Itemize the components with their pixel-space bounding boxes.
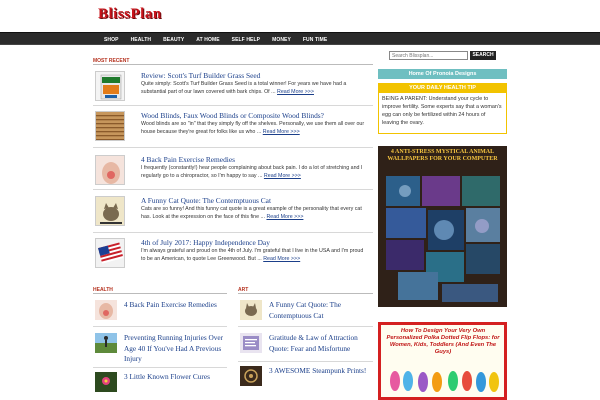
nav-item-health[interactable]: HEALTH — [125, 37, 158, 43]
main-nav: SHOP HEALTH BEAUTY AT HOME SELF HELP MON… — [0, 32, 600, 45]
post-item: 4th of July 2017: Happy Independence Day… — [93, 238, 373, 274]
health-tip-box: YOUR DAILY HEALTH TIP BEING A PARENT: Un… — [378, 83, 507, 134]
post-item: 4 Back Pain Exercise Remedies I frequent… — [93, 155, 373, 191]
nav-item-beauty[interactable]: BEAUTY — [157, 37, 190, 43]
post-excerpt: I'm always grateful and proud on the 4th… — [141, 248, 364, 262]
divider — [238, 326, 373, 327]
health-tip-text: BEING A PARENT: Understand your cycle to… — [382, 96, 502, 126]
nav-item-fun-time[interactable]: FUN TIME — [297, 37, 333, 43]
list-item: Gratitude & Law of Attraction Quote: Fea… — [238, 333, 378, 359]
flag-icon[interactable] — [95, 238, 125, 268]
post-excerpt: Cats are so funny! And this funny cat qu… — [141, 206, 362, 220]
home-link-button[interactable]: Home Of Pronoia Designs — [378, 69, 507, 79]
post-excerpt: I frequently (constantly!) hear people c… — [141, 165, 363, 179]
read-more-link[interactable]: Read More >>> — [266, 214, 303, 220]
list-item-title[interactable]: 3 Little Known Flower Cures — [124, 372, 232, 383]
steampunk-icon[interactable] — [240, 366, 262, 386]
post-title[interactable]: 4 Back Pain Exercise Remedies — [141, 155, 235, 164]
read-more-link[interactable]: Read More >>> — [263, 256, 300, 262]
nav-item-self-help[interactable]: SELF HELP — [226, 37, 266, 43]
nav-item-money[interactable]: MONEY — [266, 37, 297, 43]
list-item: Preventing Running Injuries Over Age 40 … — [93, 333, 233, 365]
back-pain-icon[interactable] — [95, 155, 125, 185]
read-more-link[interactable]: Read More >>> — [263, 129, 300, 135]
divider — [93, 105, 373, 106]
post-excerpt: Quite simply: Scott's Turf Builder Grass… — [141, 81, 347, 95]
post-excerpt: Wood blinds are so "in" that they simply… — [141, 121, 365, 135]
divider — [93, 147, 373, 148]
post-title[interactable]: Review: Scott's Turf Builder Grass Seed — [141, 71, 260, 80]
read-more-link[interactable]: Read More >>> — [264, 173, 301, 179]
list-item-title[interactable]: A Funny Cat Quote: The Contemptuous Cat — [269, 300, 377, 321]
back-pain-icon[interactable] — [95, 300, 117, 320]
list-item: 3 Little Known Flower Cures — [93, 372, 233, 396]
nav-item-at-home[interactable]: AT HOME — [190, 37, 225, 43]
search-input[interactable] — [389, 51, 468, 60]
post-item: A Funny Cat Quote: The Contemptuous Cat … — [93, 196, 373, 232]
cat-icon[interactable] — [95, 196, 125, 226]
section-divider — [93, 293, 227, 294]
list-item-title[interactable]: Preventing Running Injuries Over Age 40 … — [124, 333, 232, 365]
nav-item-shop[interactable]: SHOP — [98, 37, 125, 43]
wood-blinds-icon[interactable] — [95, 111, 125, 141]
post-item: Review: Scott's Turf Builder Grass Seed … — [93, 71, 373, 107]
post-title[interactable]: A Funny Cat Quote: The Contemptuous Cat — [141, 196, 271, 205]
quote-card-icon[interactable] — [240, 333, 262, 353]
list-item: A Funny Cat Quote: The Contemptuous Cat — [238, 300, 378, 324]
search-button[interactable]: SEARCH — [470, 51, 496, 60]
runner-icon[interactable] — [95, 333, 117, 353]
list-item-title[interactable]: 4 Back Pain Exercise Remedies — [124, 300, 232, 311]
wallpapers-ad-banner[interactable]: 4 ANTI-STRESS MYSTICAL ANIMAL WALLPAPERS… — [378, 146, 507, 307]
post-item: Wood Blinds, Faux Wood Blinds or Composi… — [93, 111, 373, 147]
post-title[interactable]: 4th of July 2017: Happy Independence Day — [141, 238, 270, 247]
grass-seed-bag-icon[interactable] — [95, 71, 125, 101]
divider — [93, 367, 227, 368]
divider — [93, 232, 373, 233]
post-title[interactable]: Wood Blinds, Faux Wood Blinds or Composi… — [141, 111, 324, 120]
divider — [93, 189, 373, 190]
cat-icon[interactable] — [240, 300, 262, 320]
divider — [238, 361, 373, 362]
section-divider — [238, 293, 373, 294]
list-item: 3 AWESOME Steampunk Prints! — [238, 366, 378, 394]
divider — [93, 326, 227, 327]
read-more-link[interactable]: Read More >>> — [277, 89, 314, 95]
list-item: 4 Back Pain Exercise Remedies — [93, 300, 233, 324]
list-item-title[interactable]: 3 AWESOME Steampunk Prints! — [269, 366, 377, 377]
health-tip-title: YOUR DAILY HEALTH TIP — [379, 84, 506, 93]
flower-icon[interactable] — [95, 372, 117, 392]
section-divider — [93, 64, 373, 65]
site-logo[interactable]: BlissPlan — [98, 6, 162, 23]
list-item-title[interactable]: Gratitude & Law of Attraction Quote: Fea… — [269, 333, 377, 354]
flip-flops-ad-banner[interactable]: How To Design Your Very Own Personalized… — [378, 322, 507, 400]
